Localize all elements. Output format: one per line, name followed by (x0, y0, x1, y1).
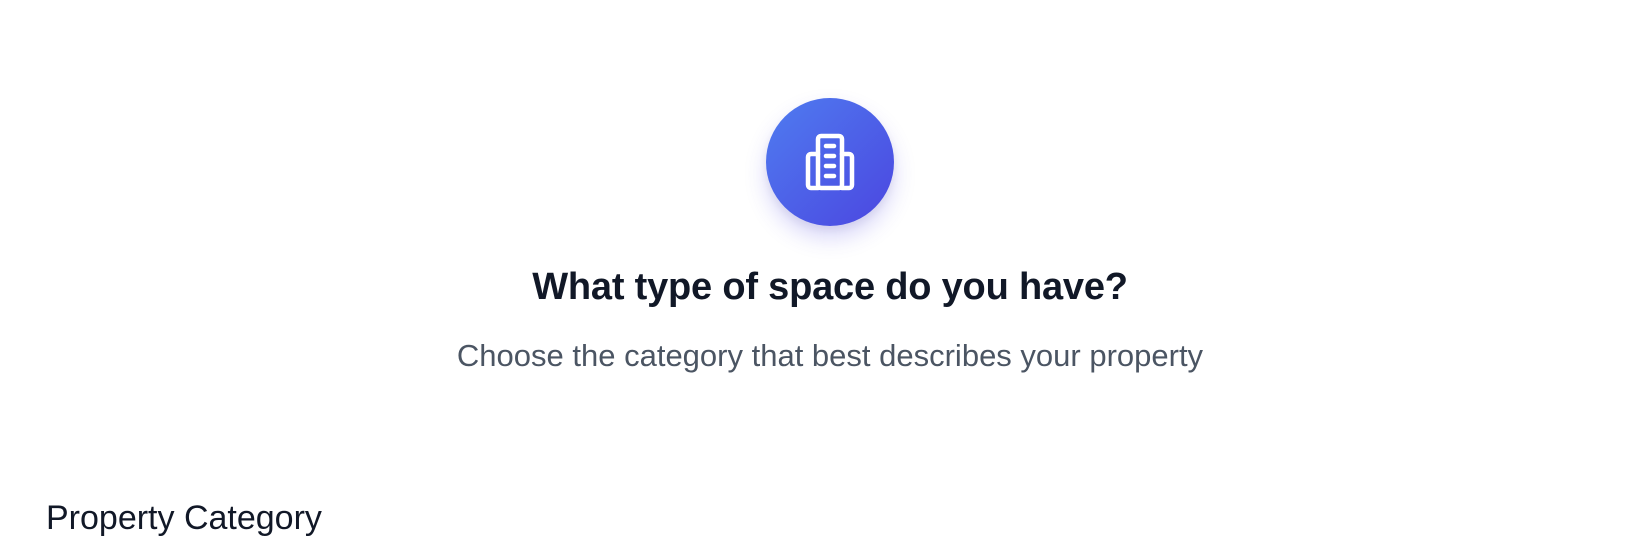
page-subtitle: Choose the category that best describes … (456, 338, 1204, 373)
property-type-step: What type of space do you have? Choose t… (0, 0, 1642, 542)
property-category-label: Property Category (46, 499, 322, 537)
building-icon (766, 98, 894, 226)
page-title: What type of space do you have? (532, 266, 1128, 308)
